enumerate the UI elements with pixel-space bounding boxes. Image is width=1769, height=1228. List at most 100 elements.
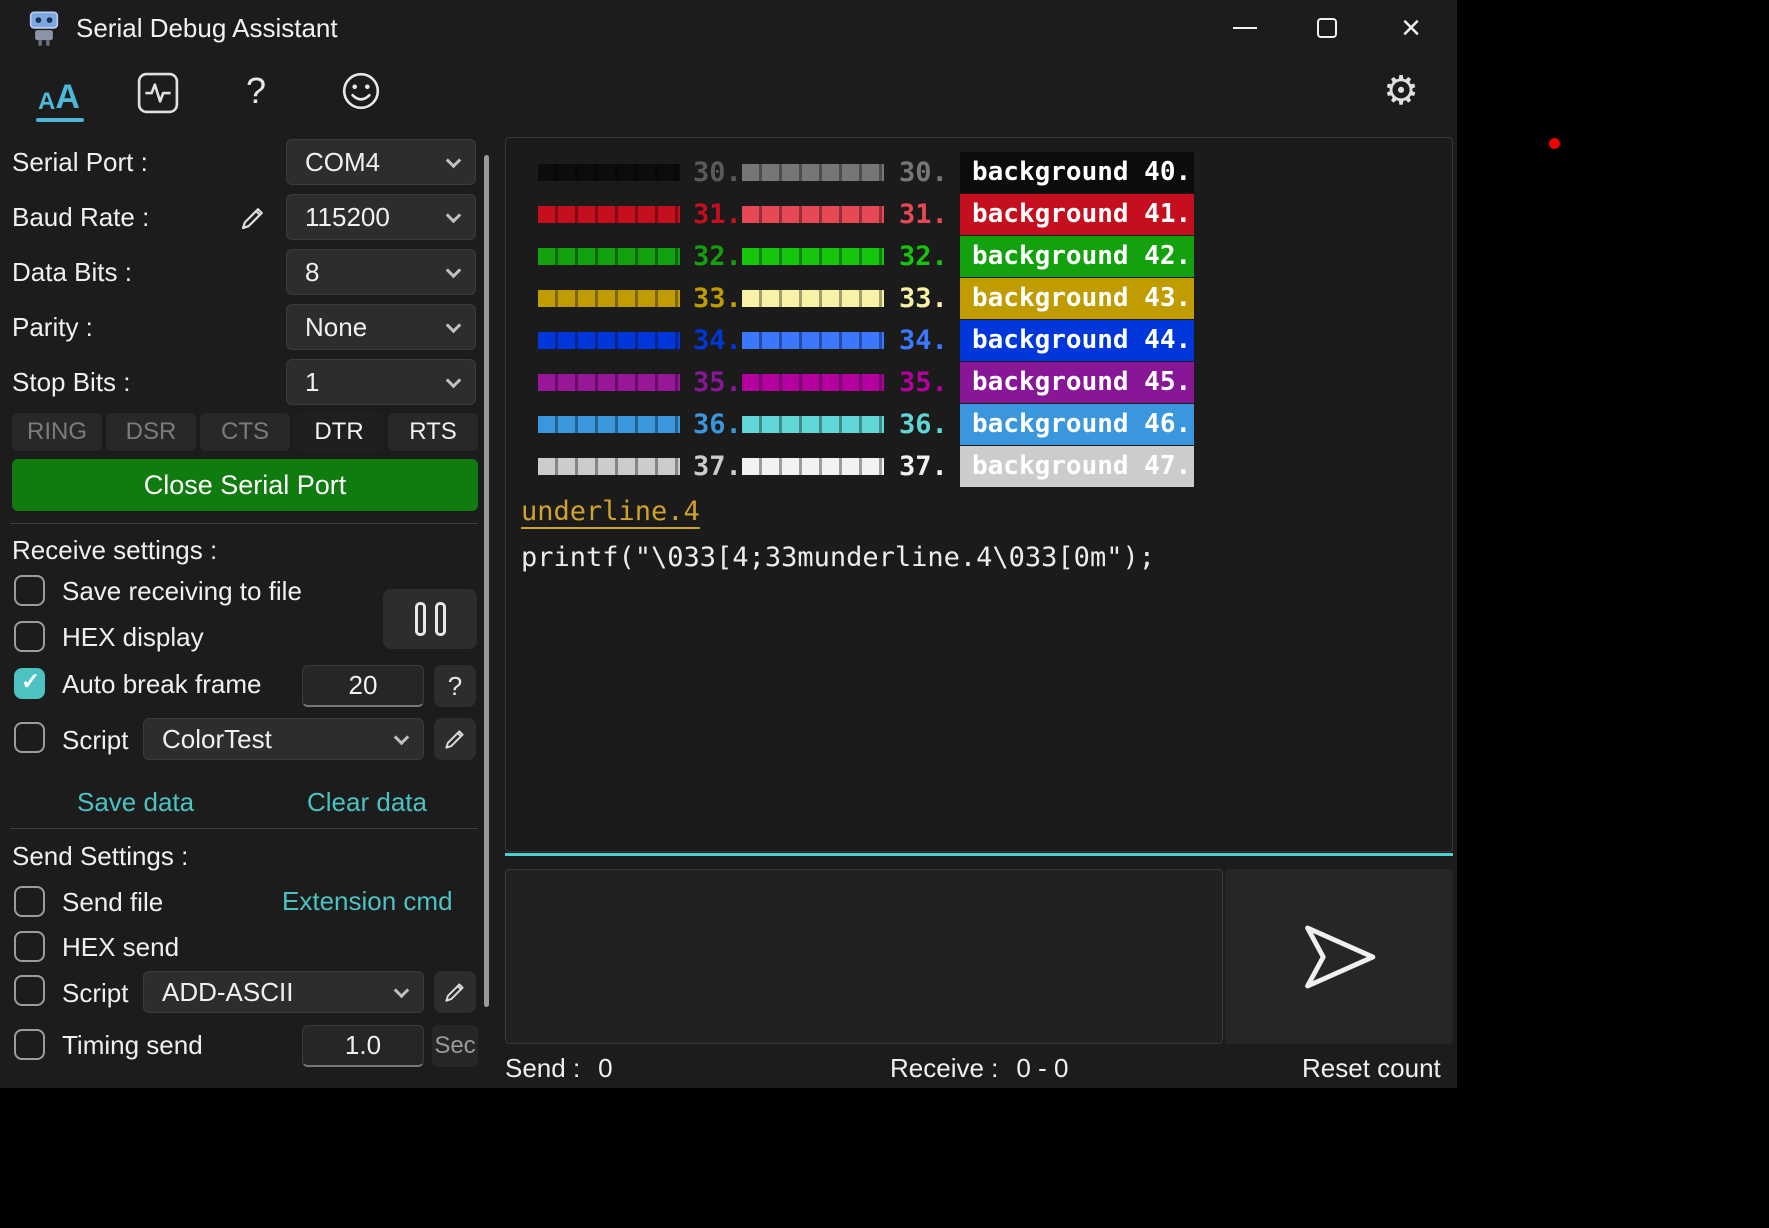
- extension-cmd-link[interactable]: Extension cmd: [282, 886, 453, 917]
- app-window: Serial Debug Assistant × A A ? ⚙: [0, 0, 1457, 1088]
- save-to-file-checkbox[interactable]: [14, 575, 45, 606]
- parity-label: Parity :: [12, 304, 93, 350]
- send-script-select[interactable]: ADD-ASCII: [143, 971, 424, 1013]
- serial-port-select[interactable]: COM4: [286, 139, 476, 185]
- stop-bits-select[interactable]: 1: [286, 359, 476, 405]
- ansi-bright-number: 36.: [899, 409, 948, 440]
- red-dot-indicator: [1549, 138, 1560, 149]
- hex-display-checkbox[interactable]: [14, 621, 45, 652]
- signal-button-rts[interactable]: RTS: [388, 413, 478, 451]
- splitter[interactable]: [505, 853, 1453, 856]
- timing-send-checkbox[interactable]: [14, 1029, 45, 1060]
- receive-counter: Receive : 0 - 0: [890, 1053, 1068, 1084]
- send-input[interactable]: [505, 869, 1223, 1044]
- chevron-down-icon: [446, 318, 462, 334]
- ansi-background-label: background 40.: [960, 152, 1194, 193]
- terminal-underline-text: underline.4: [521, 496, 700, 527]
- close-serial-port-button[interactable]: Close Serial Port: [12, 459, 478, 511]
- receive-script-label: Script: [62, 724, 128, 756]
- terminal-row: 30. 30. background 40.: [538, 151, 1194, 193]
- ansi-bright-number: 34.: [899, 325, 948, 356]
- auto-break-checkbox[interactable]: [14, 668, 45, 699]
- divider: [10, 523, 478, 524]
- ansi-bright-number: 37.: [899, 451, 948, 482]
- send-counter: Send : 0: [505, 1053, 613, 1084]
- smiley-button[interactable]: [338, 68, 384, 114]
- send-script-value: ADD-ASCII: [162, 977, 293, 1008]
- ansi-color-number: 36.: [693, 409, 742, 440]
- font-display-icon: A: [38, 90, 55, 114]
- ansi-bright-bar: [742, 290, 884, 307]
- ansi-color-bar: [538, 164, 680, 181]
- chevron-down-icon: [394, 983, 410, 999]
- receive-area[interactable]: 30.30.background 40.31.31.background 41.…: [505, 137, 1453, 852]
- receive-script-edit-button[interactable]: [434, 718, 476, 760]
- settings-button[interactable]: ⚙: [1378, 66, 1424, 116]
- send-script-checkbox[interactable]: [14, 975, 45, 1006]
- signal-button-cts: CTS: [200, 413, 290, 451]
- chevron-down-icon: [446, 153, 462, 169]
- app-icon: [24, 9, 64, 49]
- ansi-bright-bar: [742, 248, 884, 265]
- signal-button-dtr[interactable]: DTR: [294, 413, 384, 451]
- timing-send-input[interactable]: 1.0: [302, 1025, 424, 1067]
- receive-settings-title: Receive settings :: [12, 535, 217, 566]
- gear-icon: ⚙: [1383, 71, 1419, 111]
- receive-script-checkbox[interactable]: [14, 722, 45, 753]
- save-data-link[interactable]: Save data: [77, 787, 194, 818]
- pen-icon: [442, 726, 468, 752]
- ansi-color-bar: [538, 458, 680, 475]
- data-bits-label: Data Bits :: [12, 249, 132, 295]
- send-button[interactable]: [1225, 869, 1453, 1044]
- hex-send-checkbox[interactable]: [14, 931, 45, 962]
- ansi-color-number: 35.: [693, 367, 742, 398]
- terminal-row: 36. 36. background 46.: [538, 403, 1194, 445]
- send-count-label: Send :: [505, 1053, 580, 1084]
- ansi-bright-number: 31.: [899, 199, 948, 230]
- signal-button-dsr: DSR: [106, 413, 196, 451]
- terminal-rows: 30.30.background 40.31.31.background 41.…: [538, 151, 1194, 487]
- pause-button[interactable]: [383, 589, 477, 649]
- ansi-background-label: background 44.: [960, 320, 1194, 361]
- ansi-color-number: 33.: [693, 283, 742, 314]
- baud-rate-select[interactable]: 115200: [286, 194, 476, 240]
- ansi-background-label: background 46.: [960, 404, 1194, 445]
- font-display-button[interactable]: A A: [32, 70, 86, 114]
- waveform-button[interactable]: [136, 70, 180, 114]
- parity-select[interactable]: None: [286, 304, 476, 350]
- parity-value: None: [305, 312, 367, 343]
- ansi-color-number: 31.: [693, 199, 742, 230]
- scrollbar[interactable]: [484, 155, 489, 1007]
- terminal-row: 31.31.background 41.: [538, 193, 1194, 235]
- help-button[interactable]: ?: [238, 68, 274, 114]
- ansi-bright-bar: [742, 206, 884, 223]
- ansi-color-number: 30.: [693, 157, 742, 188]
- ansi-bright-bar: [742, 332, 884, 349]
- reset-count-link[interactable]: Reset count: [1302, 1053, 1441, 1084]
- send-script-edit-button[interactable]: [434, 971, 476, 1013]
- chevron-down-icon: [446, 263, 462, 279]
- auto-break-help-button[interactable]: ?: [434, 665, 476, 707]
- ansi-color-bar: [538, 416, 680, 433]
- minimize-icon: [1233, 27, 1257, 29]
- ansi-color-number: 37.: [693, 451, 742, 482]
- minimize-button[interactable]: [1212, 2, 1278, 54]
- data-bits-value: 8: [305, 257, 319, 288]
- smiley-icon: [340, 70, 382, 112]
- send-count-value: 0: [598, 1053, 612, 1084]
- data-bits-select[interactable]: 8: [286, 249, 476, 295]
- ansi-bright-number: 30.: [899, 157, 948, 188]
- send-file-label: Send file: [62, 886, 163, 918]
- maximize-button[interactable]: [1294, 2, 1360, 54]
- receive-script-select[interactable]: ColorTest: [143, 718, 424, 760]
- close-icon: ×: [1401, 11, 1421, 45]
- auto-break-input[interactable]: 20: [302, 665, 424, 707]
- close-button[interactable]: ×: [1378, 2, 1444, 54]
- clear-data-link[interactable]: Clear data: [307, 787, 427, 818]
- auto-break-label: Auto break frame: [62, 668, 261, 700]
- ansi-background-label: background 47.: [960, 446, 1194, 487]
- send-file-checkbox[interactable]: [14, 886, 45, 917]
- hex-display-label: HEX display: [62, 621, 204, 653]
- ansi-bright-bar: [742, 374, 884, 391]
- terminal-row: 33.33.background 43.: [538, 277, 1194, 319]
